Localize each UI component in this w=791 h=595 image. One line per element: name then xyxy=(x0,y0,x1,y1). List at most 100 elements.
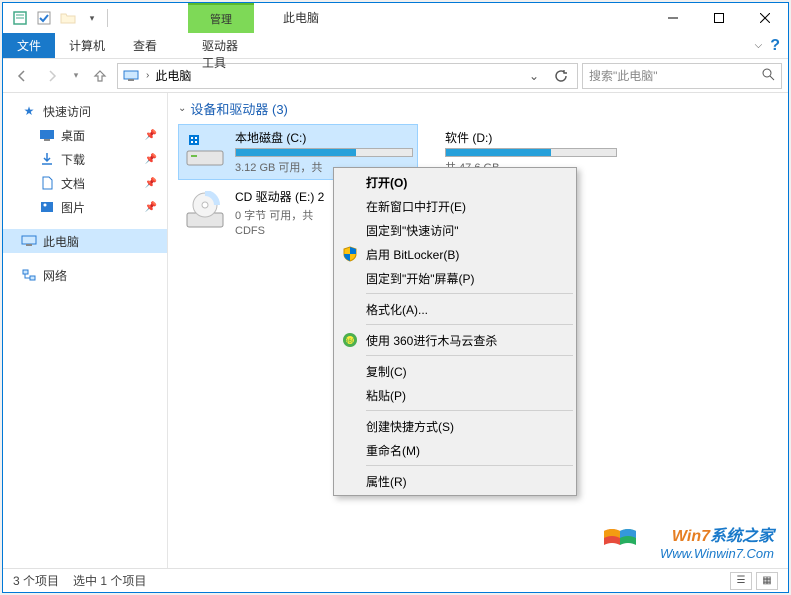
context-menu-separator xyxy=(366,355,573,356)
context-menu-item[interactable]: 打开(O) xyxy=(336,170,574,194)
group-header[interactable]: ⌄ 设备和驱动器 (3) xyxy=(178,99,778,118)
sidebar-label: 网络 xyxy=(43,267,67,284)
minimize-button[interactable] xyxy=(650,3,696,33)
context-menu-label: 打开(O) xyxy=(366,174,407,191)
context-menu-item[interactable]: 粘贴(P) xyxy=(336,383,574,407)
cd-icon xyxy=(183,189,227,233)
context-menu-item[interactable]: 复制(C) xyxy=(336,359,574,383)
context-menu-item[interactable]: 启用 BitLocker(B) xyxy=(336,242,574,266)
sidebar-item-label: 桌面 xyxy=(61,127,85,144)
network-icon xyxy=(21,268,37,282)
watermark-url: Www.Winwin7.Com xyxy=(660,546,774,562)
context-menu-separator xyxy=(366,410,573,411)
watermark-text: 系统之家 xyxy=(710,528,774,545)
context-menu-item[interactable]: 格式化(A)... xyxy=(336,297,574,321)
back-button[interactable] xyxy=(9,63,35,89)
context-menu-label: 粘贴(P) xyxy=(366,387,406,404)
window-title: 此电脑 xyxy=(283,9,319,26)
context-menu-item[interactable]: 固定到"开始"屏幕(P) xyxy=(336,266,574,290)
thispc-icon xyxy=(122,69,140,83)
drive-name: 本地磁盘 (C:) xyxy=(235,129,413,146)
new-folder-icon[interactable] xyxy=(57,7,79,29)
context-menu-item[interactable]: 创建快捷方式(S) xyxy=(336,414,574,438)
large-icons-view-button[interactable]: ▦ xyxy=(756,572,778,590)
sidebar-item-desktop[interactable]: 桌面 📌 xyxy=(3,123,167,147)
sidebar-label: 此电脑 xyxy=(43,233,79,250)
capacity-bar xyxy=(235,148,413,157)
watermark-logo-icon xyxy=(602,523,638,558)
desktop-icon xyxy=(39,128,55,142)
forward-button[interactable] xyxy=(39,63,65,89)
search-icon[interactable] xyxy=(762,68,775,84)
context-menu-item[interactable]: 在新窗口中打开(E) xyxy=(336,194,574,218)
hdd-icon xyxy=(183,129,227,173)
manage-label: 管理 xyxy=(210,11,232,27)
address-text: 此电脑 xyxy=(155,67,191,84)
context-menu-label: 启用 BitLocker(B) xyxy=(366,246,459,263)
address-dropdown-icon[interactable]: ⌄ xyxy=(525,69,543,83)
pin-icon: 📌 xyxy=(145,202,157,213)
quick-access-toolbar: ▾ xyxy=(3,3,110,33)
downloads-icon xyxy=(39,152,55,166)
help-icon[interactable]: ? xyxy=(770,37,780,55)
context-menu-item[interactable]: 属性(R) xyxy=(336,469,574,493)
context-menu-label: 复制(C) xyxy=(366,363,407,380)
address-box[interactable]: › 此电脑 ⌄ xyxy=(117,63,578,89)
divider xyxy=(107,9,108,27)
sidebar-item-pictures[interactable]: 图片 📌 xyxy=(3,195,167,219)
details-view-button[interactable]: ☰ xyxy=(730,572,752,590)
recent-dropdown-icon[interactable]: ▾ xyxy=(69,63,83,89)
expand-ribbon-icon[interactable]: ⌵ xyxy=(755,40,763,51)
tab-view[interactable]: 查看 xyxy=(119,33,171,58)
explorer-window: ▾ 管理 此电脑 文件 计算机 查看 驱动器工具 ⌵ ? ▾ xyxy=(2,2,789,593)
qat-dropdown-icon[interactable]: ▾ xyxy=(81,7,103,29)
close-button[interactable] xyxy=(742,3,788,33)
context-menu-item[interactable]: 360 使用 360进行木马云查杀 xyxy=(336,328,574,352)
pin-icon: 📌 xyxy=(145,154,157,165)
properties-icon[interactable] xyxy=(9,7,31,29)
context-menu-item[interactable]: 重命名(M) xyxy=(336,438,574,462)
search-box[interactable]: 搜索"此电脑" xyxy=(582,63,782,89)
context-menu-separator xyxy=(366,293,573,294)
chevron-right-icon: › xyxy=(146,70,149,81)
ribbon-tabs: 文件 计算机 查看 驱动器工具 ⌵ ? xyxy=(3,33,788,59)
tab-drive-tools[interactable]: 驱动器工具 xyxy=(188,33,254,75)
pin-icon: 📌 xyxy=(145,130,157,141)
maximize-button[interactable] xyxy=(696,3,742,33)
sidebar-label: 快速访问 xyxy=(43,103,91,120)
context-menu-label: 使用 360进行木马云查杀 xyxy=(366,332,497,349)
context-menu-label: 重命名(M) xyxy=(366,442,420,459)
group-header-text: 设备和驱动器 (3) xyxy=(190,99,288,118)
status-bar: 3 个项目 选中 1 个项目 ☰ ▦ xyxy=(3,568,788,592)
chevron-down-icon: ⌄ xyxy=(178,103,186,114)
watermark: Win7系统之家 Www.Winwin7.Com xyxy=(660,527,774,562)
context-menu-separator xyxy=(366,465,573,466)
sidebar-thispc[interactable]: 此电脑 xyxy=(3,229,167,253)
360-icon: 360 xyxy=(341,331,359,349)
sidebar-item-downloads[interactable]: 下载 📌 xyxy=(3,147,167,171)
manage-contextual-tab[interactable]: 管理 xyxy=(188,3,254,33)
refresh-button[interactable] xyxy=(549,69,573,83)
sidebar-quick-access[interactable]: ★ 快速访问 xyxy=(3,99,167,123)
documents-icon xyxy=(39,176,55,190)
sidebar-network[interactable]: 网络 xyxy=(3,263,167,287)
capacity-fill xyxy=(236,149,356,156)
context-menu-label: 固定到"开始"屏幕(P) xyxy=(366,270,475,287)
sidebar-item-documents[interactable]: 文档 📌 xyxy=(3,171,167,195)
context-menu-item[interactable]: 固定到"快速访问" xyxy=(336,218,574,242)
pictures-icon xyxy=(39,200,55,214)
context-menu-label: 创建快捷方式(S) xyxy=(366,418,454,435)
context-menu: 打开(O) 在新窗口中打开(E) 固定到"快速访问" 启用 BitLocker(B) 固… xyxy=(333,167,577,496)
item-count: 3 个项目 xyxy=(13,572,59,589)
capacity-bar xyxy=(445,148,617,157)
qat-checkbox-icon[interactable] xyxy=(33,7,55,29)
pin-icon: 📌 xyxy=(145,178,157,189)
thispc-icon xyxy=(21,234,37,248)
tab-computer[interactable]: 计算机 xyxy=(55,33,119,58)
search-placeholder: 搜索"此电脑" xyxy=(589,67,658,84)
sidebar-item-label: 图片 xyxy=(61,199,85,216)
context-menu-separator xyxy=(366,324,573,325)
tab-file[interactable]: 文件 xyxy=(3,33,55,58)
up-button[interactable] xyxy=(87,63,113,89)
context-menu-label: 固定到"快速访问" xyxy=(366,222,459,239)
